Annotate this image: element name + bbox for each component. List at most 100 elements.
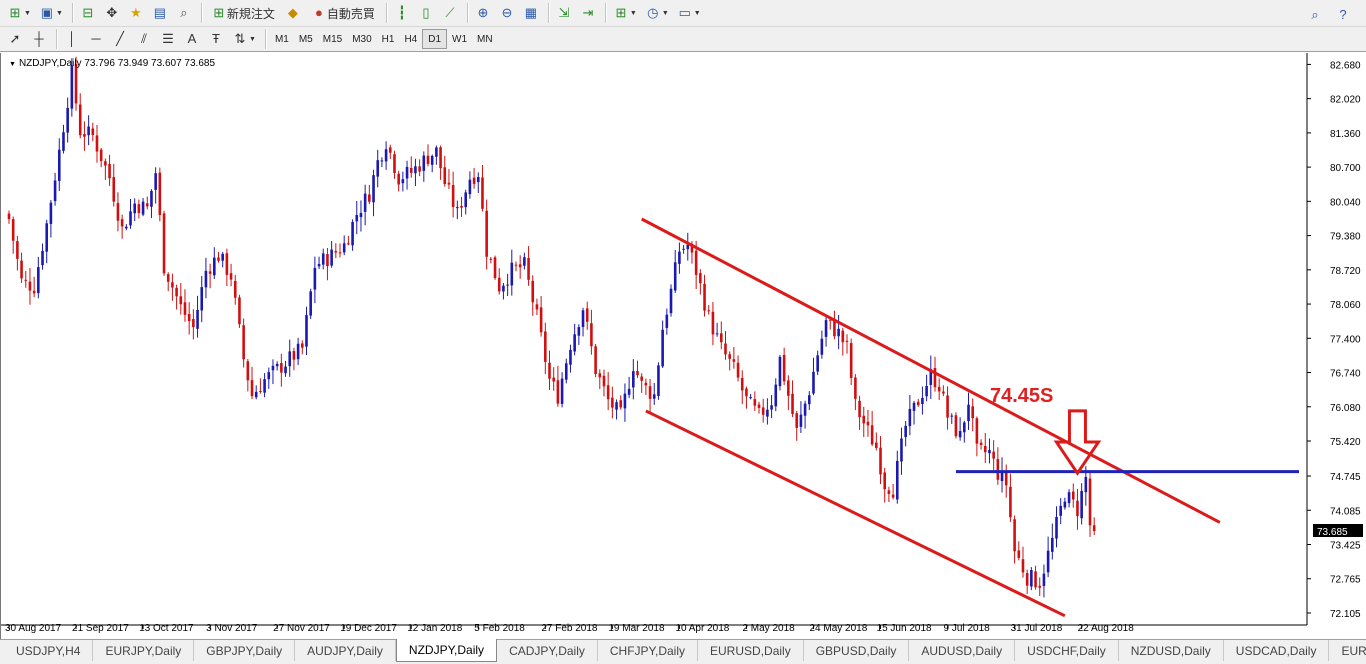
candle-body <box>527 258 530 280</box>
chart-tab[interactable]: CADJPY,Daily <box>497 640 598 661</box>
candle-body <box>975 418 979 444</box>
text-button[interactable]: A <box>181 28 203 50</box>
cursor-button[interactable]: ➚ <box>4 28 26 50</box>
chart-tab[interactable]: AUDUSD,Daily <box>909 640 1016 661</box>
timeframe-w1[interactable]: W1 <box>447 29 472 49</box>
chart-tab[interactable]: EURUSD,Daily <box>698 640 804 661</box>
candle <box>137 199 141 219</box>
candle <box>862 406 866 438</box>
candle-body <box>594 346 597 374</box>
chart-tab[interactable]: USDCAD,Daily <box>1224 640 1330 661</box>
chart-tab[interactable]: AUDJPY,Daily <box>295 640 396 661</box>
candle-body <box>150 190 153 207</box>
candle <box>384 141 388 170</box>
price-chart[interactable]: 82.680 82.020 81.360 80.700 80.040 79.380 78.7… <box>1 53 1366 639</box>
candle <box>368 184 371 205</box>
price-tick-label: 75.420 <box>1330 437 1361 448</box>
candle <box>275 361 279 371</box>
timeframe-d1[interactable]: D1 <box>422 29 448 49</box>
zoom-out-button[interactable]: ⊖ <box>496 2 518 24</box>
metaeditor-button[interactable]: ◆ <box>282 2 304 24</box>
chart-tab[interactable]: USDJPY,H4 <box>4 640 94 661</box>
candle <box>125 224 128 231</box>
search-button[interactable]: ⌕ <box>1304 4 1326 26</box>
horizontal-line-button[interactable]: ─ <box>85 28 107 50</box>
periods-button[interactable]: ◷ ▼ <box>642 2 672 24</box>
market-watch-button[interactable]: ⊟ <box>77 2 99 24</box>
trendline-button[interactable]: ╱ <box>109 28 131 50</box>
tile-windows-button[interactable]: ▦ <box>520 2 542 24</box>
candle <box>778 354 782 391</box>
chart-tab[interactable]: EURGBP,Daily <box>1329 640 1366 661</box>
new-chart-icon: ⊞ <box>9 5 21 20</box>
channel-upper-line <box>640 217 1221 524</box>
candle <box>736 355 740 382</box>
candle <box>263 373 266 398</box>
chart-tab[interactable]: CHFJPY,Daily <box>598 640 699 661</box>
templates-button[interactable]: ▭ ▼ <box>674 2 704 24</box>
candle <box>657 362 660 400</box>
new-chart-button[interactable]: ⊞ ▼ <box>4 2 34 24</box>
candle-body <box>749 397 752 399</box>
candlestick-chart-button[interactable]: ▯ <box>415 2 437 24</box>
candle-body <box>246 361 250 381</box>
bar-chart-button[interactable]: ┇ <box>391 2 413 24</box>
auto-trade-button[interactable]: ● 自動売買 <box>306 2 380 24</box>
candle <box>246 358 250 392</box>
candle <box>971 398 974 432</box>
profiles-button[interactable]: ▣ ▼ <box>36 2 66 24</box>
chart-tab[interactable]: EURJPY,Daily <box>93 640 195 661</box>
candle <box>37 256 40 299</box>
fibonacci-button[interactable]: ☰ <box>157 28 179 50</box>
text-label-button[interactable]: Ŧ <box>205 28 227 50</box>
strategy-tester-button[interactable]: ⌕ <box>173 2 195 24</box>
timeframe-m15[interactable]: M15 <box>318 29 347 49</box>
candle-body <box>99 149 103 161</box>
candle-body <box>740 377 744 391</box>
candle <box>904 420 907 447</box>
candle <box>338 243 342 258</box>
auto-scroll-button[interactable]: ⇲ <box>553 2 575 24</box>
candle-body <box>1076 500 1079 517</box>
candle <box>129 198 132 229</box>
candle <box>833 310 836 340</box>
terminal-button[interactable]: ▤ <box>149 2 171 24</box>
candle <box>820 330 824 359</box>
help-button[interactable]: ? <box>1332 4 1354 26</box>
candle-body <box>539 307 543 333</box>
star-folder-icon: ★ <box>130 5 142 20</box>
chart-tab[interactable]: NZDJPY,Daily <box>395 639 498 662</box>
crosshair-nav-button[interactable]: ✥ <box>101 2 123 24</box>
candle-body <box>564 363 568 380</box>
indicators-button[interactable]: ⊞ ▼ <box>610 2 640 24</box>
candle-body <box>1046 550 1050 573</box>
timeframe-h4[interactable]: H4 <box>399 29 422 49</box>
crosshair-button[interactable]: ┼ <box>28 28 50 50</box>
favorites-button[interactable]: ★ <box>125 2 147 24</box>
arrows-button[interactable]: ⇅ ▼ <box>229 28 259 50</box>
candle-body <box>87 126 90 136</box>
chart-shift-button[interactable]: ⇥ <box>577 2 599 24</box>
candle-body <box>636 370 639 376</box>
editor-icon: ◆ <box>287 5 298 20</box>
chart-tab[interactable]: USDCHF,Daily <box>1015 640 1119 661</box>
candle <box>401 171 405 192</box>
timeframe-mn[interactable]: MN <box>472 29 498 49</box>
timeframe-h1[interactable]: H1 <box>377 29 400 49</box>
chart-tab[interactable]: GBPJPY,Daily <box>194 640 296 661</box>
timeframe-m1[interactable]: M1 <box>270 29 294 49</box>
chart-window[interactable]: 82.680 82.020 81.360 80.700 80.040 79.380 78.7… <box>0 53 1366 639</box>
candle <box>900 427 903 475</box>
candle <box>351 219 354 251</box>
candle-body <box>321 253 325 265</box>
horizontal-line-icon: ─ <box>91 31 101 46</box>
vertical-line-button[interactable]: │ <box>61 28 83 50</box>
chart-tab[interactable]: NZDUSD,Daily <box>1119 640 1224 661</box>
timeframe-m30[interactable]: M30 <box>347 29 376 49</box>
chart-tab[interactable]: GBPUSD,Daily <box>804 640 910 661</box>
zoom-in-button[interactable]: ⊕ <box>472 2 494 24</box>
line-chart-button[interactable]: ⟋ <box>439 2 461 24</box>
equidistant-channel-button[interactable]: ⫽ <box>133 28 155 50</box>
new-order-button[interactable]: ⊞ 新規注文 <box>206 2 280 24</box>
timeframe-m5[interactable]: M5 <box>294 29 318 49</box>
